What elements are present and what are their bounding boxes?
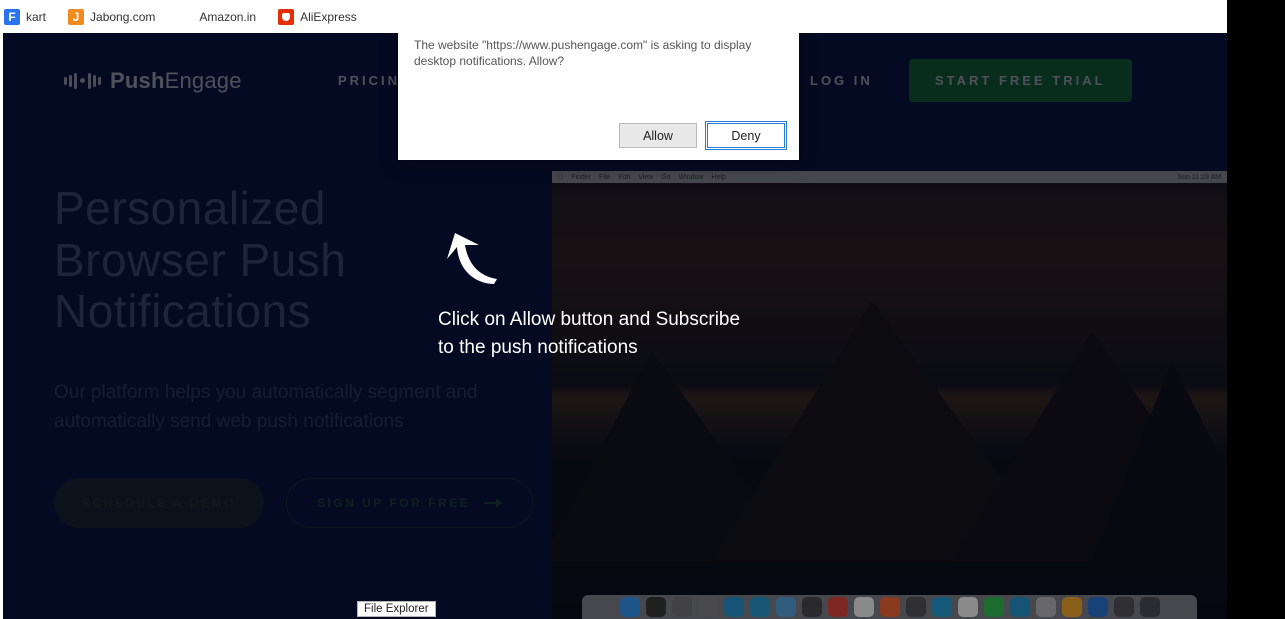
bookmark-label: Jabong.com	[90, 10, 155, 24]
pointer-arrow-icon	[439, 229, 509, 299]
aliexpress-icon	[278, 9, 294, 25]
dialog-message: The website "https://www.pushengage.com"…	[414, 37, 783, 69]
bookmark-amazon[interactable]: a Amazon.in	[177, 9, 256, 25]
right-black-strip	[1227, 0, 1285, 619]
bookmark-label: kart	[26, 10, 46, 24]
allow-button[interactable]: Allow	[619, 123, 697, 148]
bookmark-jabong[interactable]: J Jabong.com	[68, 9, 155, 25]
taskbar-tooltip-file-explorer: File Explorer	[357, 601, 436, 617]
amazon-icon: a	[177, 9, 193, 25]
page-viewport:  Finder File Edit View Go Window Help S…	[3, 33, 1227, 619]
jabong-icon: J	[68, 9, 84, 25]
deny-button[interactable]: Deny	[707, 123, 785, 148]
browser-bookmarks-bar: F kart J Jabong.com a Amazon.in AliExpre…	[0, 0, 1227, 33]
notification-permission-dialog: Desktop notifications permission request…	[398, 33, 799, 160]
dialog-actions: Allow Deny	[619, 123, 785, 148]
bookmark-aliexpress[interactable]: AliExpress	[278, 9, 357, 25]
bookmark-label: AliExpress	[300, 10, 357, 24]
flipkart-icon: F	[4, 9, 20, 25]
bookmark-kart[interactable]: F kart	[4, 9, 46, 25]
instruction-text: Click on Allow button and Subscribe to t…	[438, 306, 740, 361]
bookmark-label: Amazon.in	[199, 10, 256, 24]
